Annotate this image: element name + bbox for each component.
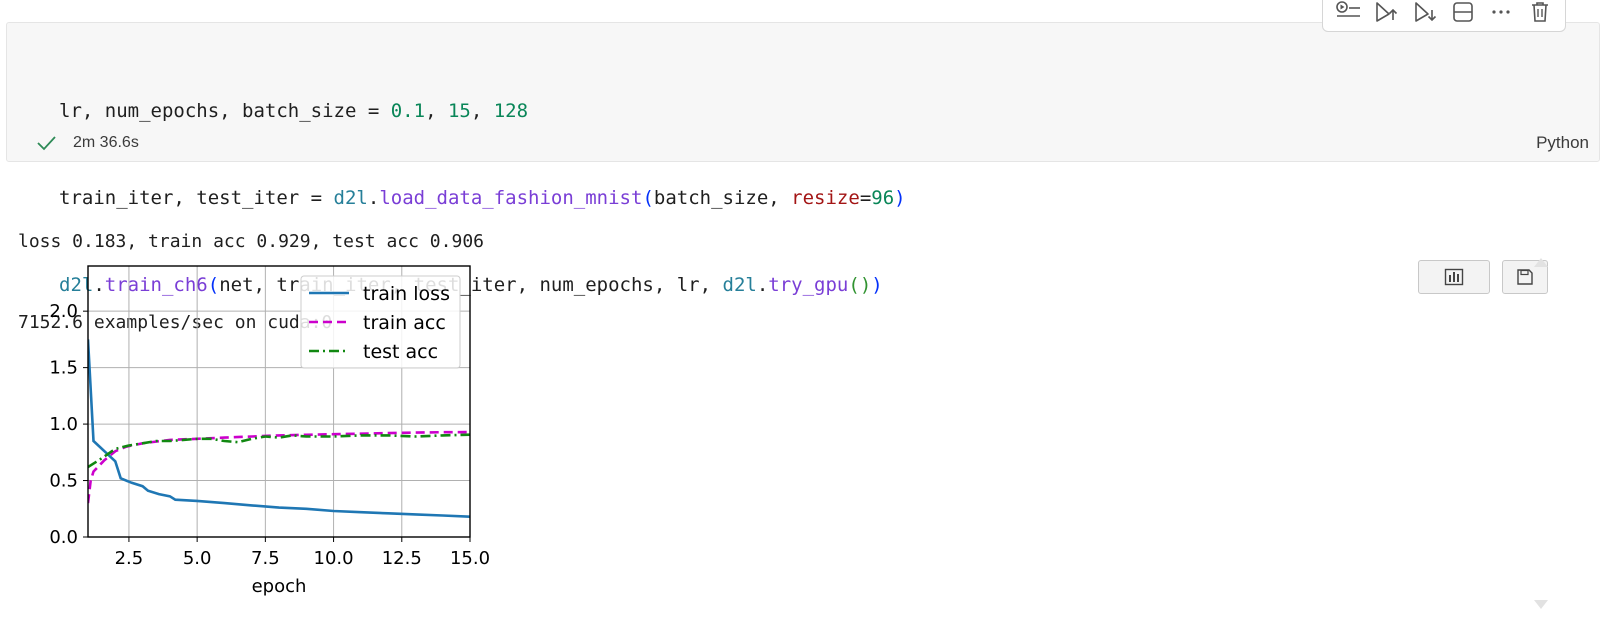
training-plot: 2.5 5.0 7.5 10.0 12.5 15.0 0.0 0.5 1.0 1.5 2.0 epoc… bbox=[49, 265, 490, 597]
y-tick-label: 0.0 bbox=[49, 527, 78, 548]
series-line-test-acc bbox=[88, 433, 470, 469]
run-by-line-icon bbox=[1336, 1, 1361, 17]
check-icon bbox=[37, 136, 56, 151]
code-cell[interactable]: lr, num_epochs, batch_size = 0.1, 15, 12… bbox=[6, 22, 1600, 296]
legend-label: train acc bbox=[363, 312, 446, 334]
split-cell-icon bbox=[1453, 2, 1473, 22]
execute-below-icon bbox=[1415, 2, 1436, 22]
save-icon bbox=[1517, 269, 1533, 285]
y-tick-label: 1.5 bbox=[49, 358, 78, 379]
more-button[interactable] bbox=[1486, 0, 1516, 27]
open-chart-button[interactable] bbox=[1418, 260, 1490, 294]
code-line-1: lr, num_epochs, batch_size = 0.1, 15, 12… bbox=[59, 100, 529, 122]
output-actions bbox=[1418, 260, 1548, 294]
x-tick-label: 10.0 bbox=[314, 548, 354, 569]
cell-toolbar bbox=[1322, 0, 1566, 32]
notebook-view: lr, num_epochs, batch_size = 0.1, 15, 12… bbox=[0, 0, 1608, 626]
run-by-line-button[interactable] bbox=[1333, 0, 1363, 27]
execute-above-icon bbox=[1376, 2, 1398, 22]
y-tick-label: 1.0 bbox=[49, 414, 78, 435]
x-axis-label: epoch bbox=[252, 576, 307, 597]
x-tick-label: 15.0 bbox=[450, 548, 490, 569]
x-tick-label: 2.5 bbox=[115, 548, 144, 569]
y-tick-label: 2.0 bbox=[49, 301, 78, 322]
more-icon bbox=[1492, 10, 1511, 14]
cell-language-picker[interactable]: Python bbox=[1536, 133, 1589, 153]
split-cell-button[interactable] bbox=[1448, 0, 1478, 27]
execution-duration: 2m 36.6s bbox=[73, 134, 139, 151]
y-tick-label: 0.5 bbox=[49, 471, 78, 492]
legend-label: train loss bbox=[363, 283, 450, 305]
chart-icon bbox=[1444, 268, 1464, 286]
cell-execution-status: 2m 36.6s bbox=[35, 134, 139, 152]
output-line: loss 0.183, train acc 0.929, test acc 0.… bbox=[18, 231, 484, 252]
x-tick-label: 7.5 bbox=[251, 548, 280, 569]
delete-icon bbox=[1531, 2, 1548, 22]
output-scroll-up-arrow[interactable] bbox=[1534, 258, 1548, 267]
delete-button[interactable] bbox=[1525, 0, 1555, 27]
execute-above-button[interactable] bbox=[1371, 0, 1401, 27]
execute-below-button[interactable] bbox=[1410, 0, 1440, 27]
x-tick-label: 12.5 bbox=[382, 548, 422, 569]
output-scroll-down-arrow[interactable] bbox=[1534, 600, 1548, 609]
legend-label: test acc bbox=[363, 341, 438, 363]
x-tick-label: 5.0 bbox=[183, 548, 212, 569]
